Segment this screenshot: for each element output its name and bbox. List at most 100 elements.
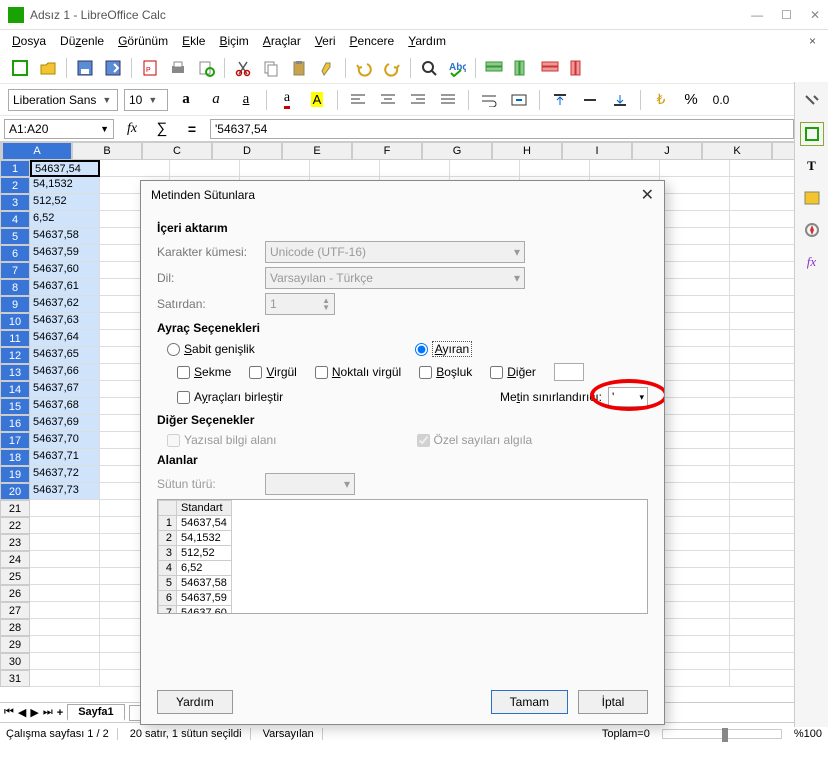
font-size-combo[interactable]: 10▼: [124, 89, 168, 111]
row-header-11[interactable]: 11: [0, 330, 30, 347]
sidebar-settings-icon[interactable]: [800, 90, 824, 114]
cell-K2[interactable]: [730, 177, 800, 194]
currency-icon[interactable]: ₺: [649, 88, 673, 112]
cell-J5[interactable]: [660, 228, 730, 245]
cell-J7[interactable]: [660, 262, 730, 279]
cell-H1[interactable]: [520, 160, 590, 177]
cell-A30[interactable]: [30, 653, 100, 670]
cell-J11[interactable]: [660, 330, 730, 347]
cell-A9[interactable]: 54637,62: [30, 296, 100, 313]
cell-J20[interactable]: [660, 483, 730, 500]
save-icon[interactable]: [73, 56, 97, 80]
align-left-icon[interactable]: [346, 88, 370, 112]
col-header-A[interactable]: A: [2, 142, 72, 160]
row-header-13[interactable]: 13: [0, 364, 30, 381]
preview-row[interactable]: 254,1532: [159, 531, 232, 546]
cell-D1[interactable]: [240, 160, 310, 177]
export-pdf-icon[interactable]: P: [138, 56, 162, 80]
cell-J25[interactable]: [660, 568, 730, 585]
cell-K3[interactable]: [730, 194, 800, 211]
row-insert-icon[interactable]: [482, 56, 506, 80]
menu-tools[interactable]: Araçlar: [257, 32, 307, 50]
open-icon[interactable]: [36, 56, 60, 80]
sum-icon[interactable]: ∑: [150, 117, 174, 141]
sidebar-properties-icon[interactable]: [800, 122, 824, 146]
col-header-H[interactable]: H: [492, 142, 562, 160]
align-center-icon[interactable]: [376, 88, 400, 112]
clone-format-icon[interactable]: [315, 56, 339, 80]
menu-view[interactable]: Görünüm: [112, 32, 174, 50]
tab-add-icon[interactable]: +: [57, 707, 63, 719]
menu-edit[interactable]: Düzenle: [54, 32, 110, 50]
cell-J14[interactable]: [660, 381, 730, 398]
cell-K15[interactable]: [730, 398, 800, 415]
cell-F1[interactable]: [380, 160, 450, 177]
cell-G1[interactable]: [450, 160, 520, 177]
cell-J13[interactable]: [660, 364, 730, 381]
cell-J29[interactable]: [660, 636, 730, 653]
cell-J16[interactable]: [660, 415, 730, 432]
preview-row[interactable]: 46,52: [159, 561, 232, 576]
cell-K22[interactable]: [730, 517, 800, 534]
tab-prev-icon[interactable]: ◀: [18, 706, 26, 719]
merge-cells-icon[interactable]: [507, 88, 531, 112]
cell-K4[interactable]: [730, 211, 800, 228]
row-header-30[interactable]: 30: [0, 653, 30, 670]
row-header-12[interactable]: 12: [0, 347, 30, 364]
cell-K28[interactable]: [730, 619, 800, 636]
col-header-D[interactable]: D: [212, 142, 282, 160]
other-delim-input[interactable]: [554, 363, 584, 381]
cell-J31[interactable]: [660, 670, 730, 687]
cell-J30[interactable]: [660, 653, 730, 670]
print-icon[interactable]: [166, 56, 190, 80]
cell-K27[interactable]: [730, 602, 800, 619]
col-header-B[interactable]: B: [72, 142, 142, 160]
cell-A31[interactable]: [30, 670, 100, 687]
col-header-G[interactable]: G: [422, 142, 492, 160]
dialog-close-icon[interactable]: ✕: [641, 185, 654, 205]
cell-C1[interactable]: [170, 160, 240, 177]
align-right-icon[interactable]: [406, 88, 430, 112]
valign-bottom-icon[interactable]: [608, 88, 632, 112]
paste-icon[interactable]: [287, 56, 311, 80]
sidebar-gallery-icon[interactable]: [800, 186, 824, 210]
row-header-23[interactable]: 23: [0, 534, 30, 551]
cell-K23[interactable]: [730, 534, 800, 551]
chk-other[interactable]: Diğer: [490, 363, 536, 381]
cell-A12[interactable]: 54637,65: [30, 347, 100, 364]
row-header-8[interactable]: 8: [0, 279, 30, 296]
menu-format[interactable]: Biçim: [213, 32, 254, 50]
cell-K7[interactable]: [730, 262, 800, 279]
menu-file[interactable]: Dosya: [6, 32, 52, 50]
align-justify-icon[interactable]: [436, 88, 460, 112]
cell-K5[interactable]: [730, 228, 800, 245]
zoom-slider[interactable]: [662, 729, 782, 739]
menu-data[interactable]: Veri: [309, 32, 342, 50]
cell-A6[interactable]: 54637,59: [30, 245, 100, 262]
wrap-text-icon[interactable]: [477, 88, 501, 112]
preview-row[interactable]: 554637,58: [159, 576, 232, 591]
cell-J10[interactable]: [660, 313, 730, 330]
chk-comma[interactable]: Virgül: [249, 363, 296, 381]
cell-J3[interactable]: [660, 194, 730, 211]
underline-icon[interactable]: a: [234, 88, 258, 112]
row-header-29[interactable]: 29: [0, 636, 30, 653]
cell-J19[interactable]: [660, 466, 730, 483]
cell-K10[interactable]: [730, 313, 800, 330]
cell-A13[interactable]: 54637,66: [30, 364, 100, 381]
cell-J28[interactable]: [660, 619, 730, 636]
row-header-15[interactable]: 15: [0, 398, 30, 415]
cell-K25[interactable]: [730, 568, 800, 585]
chk-semicolon[interactable]: Noktalı virgül: [315, 363, 401, 381]
cell-J1[interactable]: [660, 160, 730, 177]
preview-row[interactable]: 654637,59: [159, 591, 232, 606]
cell-K24[interactable]: [730, 551, 800, 568]
cell-K11[interactable]: [730, 330, 800, 347]
cell-K19[interactable]: [730, 466, 800, 483]
spellcheck-icon[interactable]: Abç: [445, 56, 469, 80]
cell-J4[interactable]: [660, 211, 730, 228]
row-header-24[interactable]: 24: [0, 551, 30, 568]
cell-K8[interactable]: [730, 279, 800, 296]
cell-A22[interactable]: [30, 517, 100, 534]
percent-icon[interactable]: %: [679, 88, 703, 112]
